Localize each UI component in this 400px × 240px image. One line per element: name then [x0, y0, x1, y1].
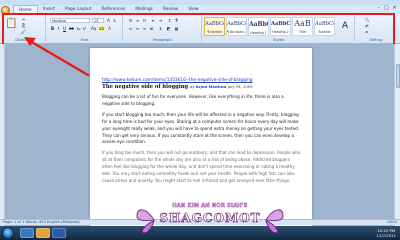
scrollbar-thumb[interactable] — [396, 64, 400, 88]
start-button[interactable] — [2, 227, 14, 239]
taskbar-app-icon[interactable] — [20, 228, 34, 238]
paragraph-2: If you start blogging too much, then you… — [102, 111, 300, 145]
maximize-button[interactable]: □ — [383, 5, 390, 12]
page-content: http://www.helium.com/items/1353616--the… — [102, 78, 302, 185]
status-left: Page: 1 of 1 Words: 453 English (Malaysi… — [3, 220, 80, 224]
system-clock[interactable]: 10:22 PM 12/7/2011 — [377, 228, 396, 238]
watermark-main-text: SHAGCOMOT — [159, 211, 261, 226]
watermark-top-text: HAN KIM AN NOR SIAH'S — [172, 203, 248, 209]
taskbar-word-icon[interactable] — [52, 228, 66, 238]
watermark: HAN KIM AN NOR SIAH'S SHAGCOMOT — [130, 203, 290, 240]
post-byline: by Arjun Madhwa July 29, 2009 — [190, 84, 253, 89]
close-button[interactable]: × — [391, 5, 398, 12]
taskbar-folder-icon[interactable] — [36, 228, 50, 238]
ribbon-highlight-box — [2, 13, 395, 46]
post-date: July 29, 2009 — [227, 84, 253, 89]
vertical-scrollbar[interactable] — [394, 44, 400, 229]
clock-date: 12/7/2011 — [376, 233, 396, 238]
paragraph-1: Blogging can be a lot of fun for everyon… — [102, 94, 284, 106]
post-title-text: The negative side of blogging — [102, 84, 189, 90]
vertical-ruler — [0, 44, 5, 229]
post-by: by — [189, 84, 195, 89]
minimize-button[interactable]: – — [375, 5, 382, 12]
paragraph-3: If you blog too much, then you will not … — [102, 150, 301, 183]
zoom-level[interactable]: 100% — [387, 220, 397, 224]
post-author[interactable]: Arjun Madhwa — [196, 84, 227, 89]
document-area: http://www.helium.com/items/1353616--the… — [0, 44, 400, 232]
post-title: The negative side of blogging by Arjun M… — [102, 84, 302, 90]
source-link[interactable]: http://www.helium.com/items/1353616--the… — [102, 78, 302, 83]
